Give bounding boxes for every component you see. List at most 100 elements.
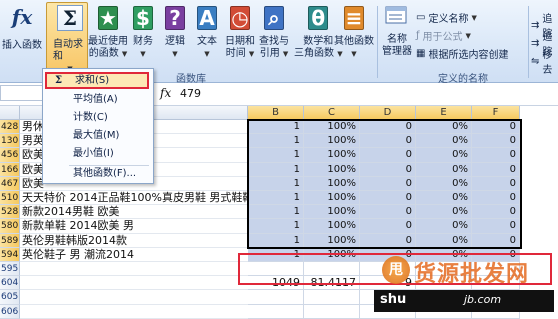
formula-input[interactable]: 479 bbox=[180, 87, 201, 100]
cell-e[interactable]: 0% bbox=[416, 148, 472, 163]
cell-f[interactable]: 0 bbox=[472, 162, 520, 177]
cell-c[interactable] bbox=[304, 262, 360, 277]
insert-function-fx-icon[interactable]: fx bbox=[160, 86, 171, 100]
cell-b[interactable]: 1 bbox=[248, 134, 304, 149]
cell-d[interactable]: 0 bbox=[360, 176, 416, 191]
datetime-button[interactable]: ◷ 日期和 时间 ▼ bbox=[225, 4, 255, 60]
name-manager-button[interactable]: 名称 管理器 bbox=[382, 4, 412, 58]
cell-d[interactable]: 0 bbox=[360, 233, 416, 248]
row-header[interactable]: 528 bbox=[0, 205, 20, 220]
cell-b[interactable] bbox=[248, 262, 304, 277]
cell-f[interactable]: 0 bbox=[472, 205, 520, 220]
cell-e[interactable]: 0% bbox=[416, 247, 472, 262]
cell-c[interactable]: 100% bbox=[304, 233, 360, 248]
cell-b[interactable]: 1 bbox=[248, 247, 304, 262]
column-header-e[interactable]: E bbox=[416, 106, 472, 120]
cell-f[interactable] bbox=[472, 304, 520, 319]
cell-b[interactable]: 1 bbox=[248, 233, 304, 248]
cell-d[interactable]: 0 bbox=[360, 191, 416, 206]
cell-a[interactable]: 英伦男鞋韩版2014款 bbox=[20, 234, 248, 248]
cell-e[interactable] bbox=[416, 276, 472, 291]
row-header[interactable]: 166 bbox=[0, 162, 20, 177]
cell-a[interactable]: 天天特价 2014正品鞋100%真皮男鞋 男式鞋靴 bbox=[20, 191, 248, 206]
cell-a[interactable]: 新款单鞋 2014欧美 男 bbox=[20, 219, 248, 234]
cell-e[interactable] bbox=[416, 304, 472, 319]
cell-c[interactable]: 100% bbox=[304, 162, 360, 177]
row-header[interactable]: 467 bbox=[0, 176, 20, 191]
cell-f[interactable]: 0 bbox=[472, 176, 520, 191]
row-header[interactable]: 130 bbox=[0, 134, 20, 149]
cell-d[interactable]: 0 bbox=[360, 247, 416, 262]
row-header[interactable]: 589 bbox=[0, 233, 20, 248]
menu-item-average[interactable]: 平均值(A) bbox=[45, 91, 149, 108]
cell-c[interactable]: 100% bbox=[304, 176, 360, 191]
row-header[interactable]: 606 bbox=[0, 304, 20, 319]
cell-b[interactable]: 1 bbox=[248, 205, 304, 220]
cell-f[interactable]: 0 bbox=[472, 191, 520, 206]
row-header[interactable]: 595 bbox=[0, 262, 20, 277]
cell-c[interactable]: 100% bbox=[304, 191, 360, 206]
cell-e[interactable] bbox=[416, 290, 472, 305]
cell-f[interactable] bbox=[472, 276, 520, 291]
cell-d[interactable]: 9 bbox=[360, 276, 416, 291]
cell-a[interactable]: 英伦鞋子 男 潮流2014 bbox=[20, 248, 248, 262]
use-in-formula-button[interactable]: ƒ 用于公式 ▼ bbox=[416, 28, 471, 43]
cell-c[interactable]: 100% bbox=[304, 120, 360, 135]
cell-a[interactable] bbox=[20, 276, 248, 291]
cell-f[interactable]: 0 bbox=[472, 148, 520, 163]
cell-c[interactable]: 81.4117 bbox=[304, 276, 360, 291]
cell-a[interactable] bbox=[20, 262, 248, 277]
cell-b[interactable]: 1 bbox=[248, 191, 304, 206]
cell-e[interactable]: 0% bbox=[416, 205, 472, 220]
column-header-d[interactable]: D bbox=[360, 106, 416, 120]
cell-d[interactable]: 0 bbox=[360, 162, 416, 177]
row-header[interactable]: 604 bbox=[0, 276, 20, 291]
column-header-f[interactable]: F bbox=[472, 106, 520, 120]
lookup-reference-button[interactable]: ⌕ 查找与 引用 ▼ bbox=[259, 4, 289, 60]
cell-a[interactable] bbox=[20, 305, 248, 319]
insert-function-button[interactable]: fx 插入函数 bbox=[2, 4, 42, 52]
cell-f[interactable]: 0 bbox=[472, 219, 520, 234]
menu-item-max[interactable]: 最大值(M) bbox=[45, 127, 149, 144]
cell-c[interactable]: 100% bbox=[304, 205, 360, 220]
cell-d[interactable]: 0 bbox=[360, 120, 416, 135]
create-from-selection-button[interactable]: ▦ 根据所选内容创建 bbox=[416, 46, 508, 61]
finance-button[interactable]: $ 财务 ▼ bbox=[133, 4, 153, 60]
cell-b[interactable]: 1 bbox=[248, 176, 304, 191]
select-all-corner[interactable] bbox=[0, 106, 20, 120]
cell-c[interactable] bbox=[304, 290, 360, 305]
logic-button[interactable]: ? 逻辑 ▼ bbox=[165, 4, 185, 60]
cell-f[interactable]: 0 bbox=[472, 233, 520, 248]
cell-e[interactable]: 0% bbox=[416, 134, 472, 149]
cell-e[interactable]: 0% bbox=[416, 191, 472, 206]
cell-d[interactable] bbox=[360, 290, 416, 305]
cell-e[interactable]: 0% bbox=[416, 162, 472, 177]
cell-b[interactable]: 1049 bbox=[248, 276, 304, 291]
cell-d[interactable] bbox=[360, 262, 416, 277]
cell-c[interactable]: 100% bbox=[304, 219, 360, 234]
text-button[interactable]: A 文本 ▼ bbox=[197, 4, 217, 60]
cell-d[interactable]: 0 bbox=[360, 148, 416, 163]
cell-c[interactable]: 100% bbox=[304, 148, 360, 163]
cell-d[interactable]: 0 bbox=[360, 219, 416, 234]
cell-b[interactable] bbox=[248, 290, 304, 305]
cell-c[interactable] bbox=[304, 304, 360, 319]
cell-e[interactable]: 0% bbox=[416, 233, 472, 248]
row-header[interactable]: 456 bbox=[0, 148, 20, 163]
menu-item-sum[interactable]: Σ 求和(S) bbox=[45, 72, 149, 89]
cell-e[interactable] bbox=[416, 262, 472, 277]
row-header[interactable]: 605 bbox=[0, 290, 20, 305]
cell-b[interactable]: 1 bbox=[248, 162, 304, 177]
column-header-c[interactable]: C bbox=[304, 106, 360, 120]
cell-f[interactable]: 0 bbox=[472, 134, 520, 149]
cell-d[interactable] bbox=[360, 304, 416, 319]
menu-item-more-functions[interactable]: 其他函数(F)... bbox=[45, 165, 149, 182]
row-header[interactable]: 428 bbox=[0, 120, 20, 135]
menu-item-count[interactable]: 计数(C) bbox=[45, 109, 149, 126]
cell-c[interactable]: 100% bbox=[304, 134, 360, 149]
cell-b[interactable] bbox=[248, 304, 304, 319]
autosum-button[interactable]: Σ 自动求和 ▼ bbox=[46, 2, 88, 73]
recent-functions-button[interactable]: ★ 最近使用 的函数 ▼ bbox=[88, 4, 128, 60]
row-header[interactable]: 594 bbox=[0, 247, 20, 262]
more-functions-button[interactable]: ≡ 其他函数 ▼ bbox=[334, 4, 374, 60]
